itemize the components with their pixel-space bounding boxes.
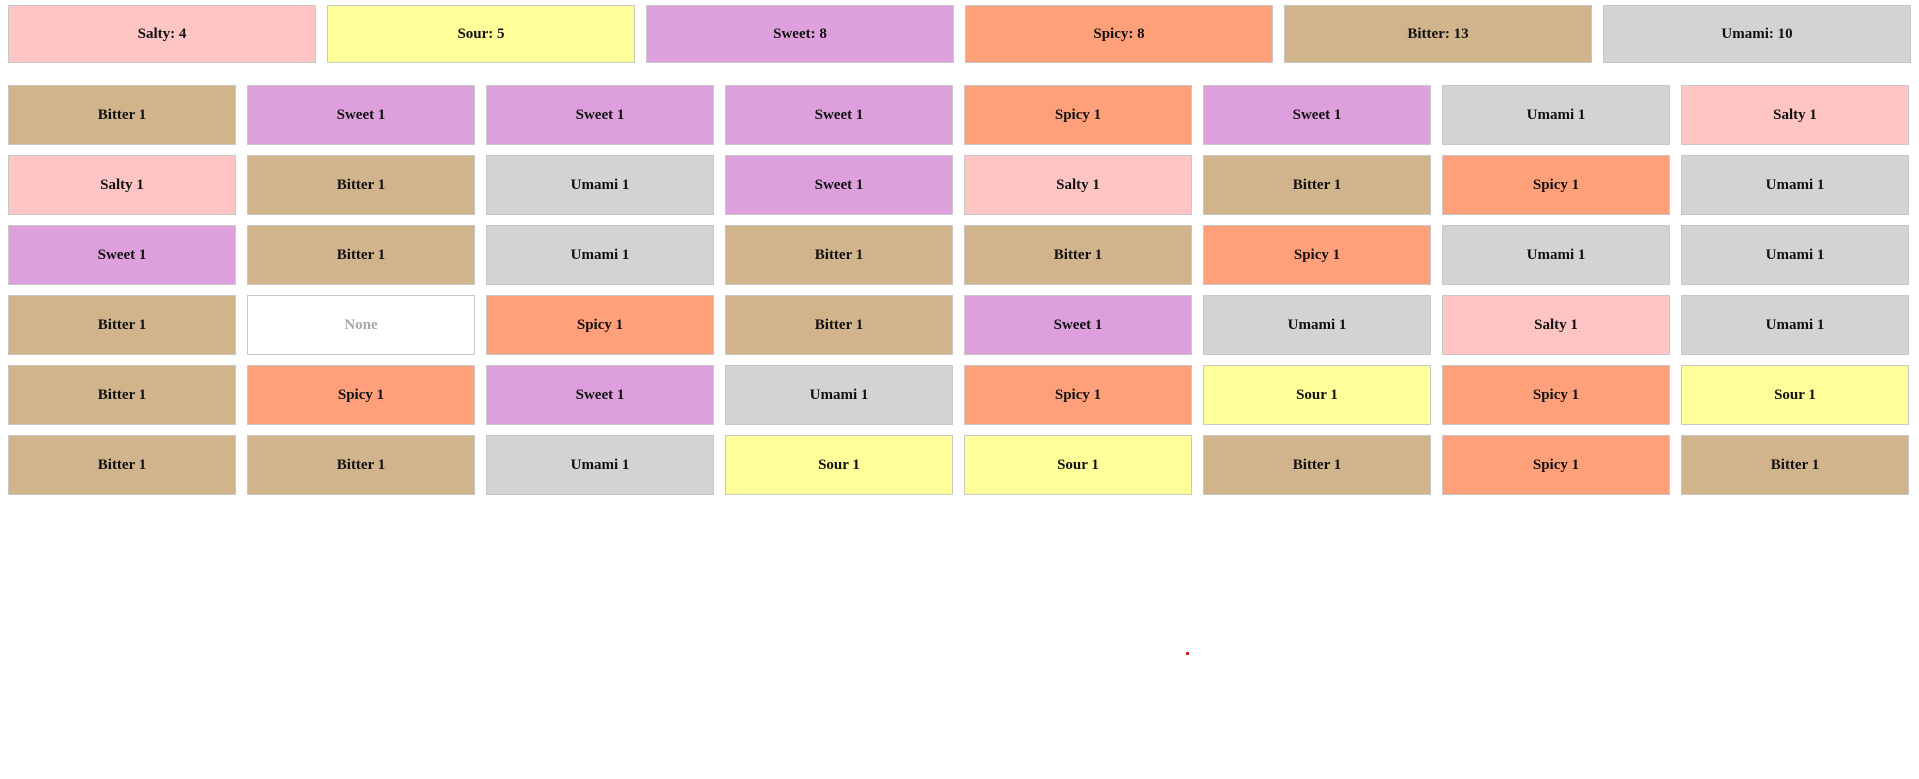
tile-bitter[interactable]: Bitter 1 xyxy=(725,295,953,355)
tile-sour[interactable]: Sour 1 xyxy=(964,435,1192,495)
tile-salty[interactable]: Salty 1 xyxy=(8,155,236,215)
tile-bitter[interactable]: Bitter 1 xyxy=(1681,435,1909,495)
cursor-dot xyxy=(1186,652,1189,655)
tile-sweet[interactable]: Sweet 1 xyxy=(1203,85,1431,145)
tile-sour[interactable]: Sour 1 xyxy=(1681,365,1909,425)
tile-bitter[interactable]: Bitter 1 xyxy=(725,225,953,285)
tile-sweet[interactable]: Sweet 1 xyxy=(725,155,953,215)
tile-salty[interactable]: Salty 1 xyxy=(1681,85,1909,145)
tile-bitter[interactable]: Bitter 1 xyxy=(8,435,236,495)
tile-umami[interactable]: Umami 1 xyxy=(1681,225,1909,285)
tile-umami[interactable]: Umami 1 xyxy=(725,365,953,425)
tile-none[interactable]: None xyxy=(247,295,475,355)
tile-bitter[interactable]: Bitter 1 xyxy=(8,365,236,425)
summary-spicy: Spicy: 8 xyxy=(965,5,1273,63)
tile-sour[interactable]: Sour 1 xyxy=(725,435,953,495)
tile-sweet[interactable]: Sweet 1 xyxy=(486,85,714,145)
summary-salty: Salty: 4 xyxy=(8,5,316,63)
tile-bitter[interactable]: Bitter 1 xyxy=(247,225,475,285)
flavor-board: Bitter 1 Sweet 1 Sweet 1 Sweet 1 Spicy 1 Swee… xyxy=(8,85,1909,495)
tile-bitter[interactable]: Bitter 1 xyxy=(247,435,475,495)
tile-bitter[interactable]: Bitter 1 xyxy=(8,295,236,355)
tile-umami[interactable]: Umami 1 xyxy=(1442,85,1670,145)
flavor-summary: Salty: 4 Sour: 5 Sweet: 8 Spicy: 8 Bitter: 1… xyxy=(8,5,1911,63)
summary-bitter: Bitter: 13 xyxy=(1284,5,1592,63)
tile-spicy[interactable]: Spicy 1 xyxy=(1442,435,1670,495)
tile-sweet[interactable]: Sweet 1 xyxy=(247,85,475,145)
tile-spicy[interactable]: Spicy 1 xyxy=(964,85,1192,145)
tile-bitter[interactable]: Bitter 1 xyxy=(1203,435,1431,495)
tile-salty[interactable]: Salty 1 xyxy=(1442,295,1670,355)
tile-spicy[interactable]: Spicy 1 xyxy=(1203,225,1431,285)
tile-umami[interactable]: Umami 1 xyxy=(1681,155,1909,215)
tile-sweet[interactable]: Sweet 1 xyxy=(486,365,714,425)
tile-spicy[interactable]: Spicy 1 xyxy=(486,295,714,355)
tile-sweet[interactable]: Sweet 1 xyxy=(964,295,1192,355)
tile-bitter[interactable]: Bitter 1 xyxy=(1203,155,1431,215)
tile-umami[interactable]: Umami 1 xyxy=(486,225,714,285)
tile-bitter[interactable]: Bitter 1 xyxy=(964,225,1192,285)
tile-sour[interactable]: Sour 1 xyxy=(1203,365,1431,425)
tile-umami[interactable]: Umami 1 xyxy=(1442,225,1670,285)
tile-umami[interactable]: Umami 1 xyxy=(486,435,714,495)
tile-umami[interactable]: Umami 1 xyxy=(486,155,714,215)
tile-spicy[interactable]: Spicy 1 xyxy=(247,365,475,425)
tile-spicy[interactable]: Spicy 1 xyxy=(1442,155,1670,215)
tile-umami[interactable]: Umami 1 xyxy=(1203,295,1431,355)
tile-sweet[interactable]: Sweet 1 xyxy=(725,85,953,145)
tile-bitter[interactable]: Bitter 1 xyxy=(247,155,475,215)
tile-bitter[interactable]: Bitter 1 xyxy=(8,85,236,145)
tile-spicy[interactable]: Spicy 1 xyxy=(1442,365,1670,425)
tile-sweet[interactable]: Sweet 1 xyxy=(8,225,236,285)
tile-salty[interactable]: Salty 1 xyxy=(964,155,1192,215)
summary-sour: Sour: 5 xyxy=(327,5,635,63)
tile-spicy[interactable]: Spicy 1 xyxy=(964,365,1192,425)
summary-umami: Umami: 10 xyxy=(1603,5,1911,63)
tile-umami[interactable]: Umami 1 xyxy=(1681,295,1909,355)
summary-sweet: Sweet: 8 xyxy=(646,5,954,63)
